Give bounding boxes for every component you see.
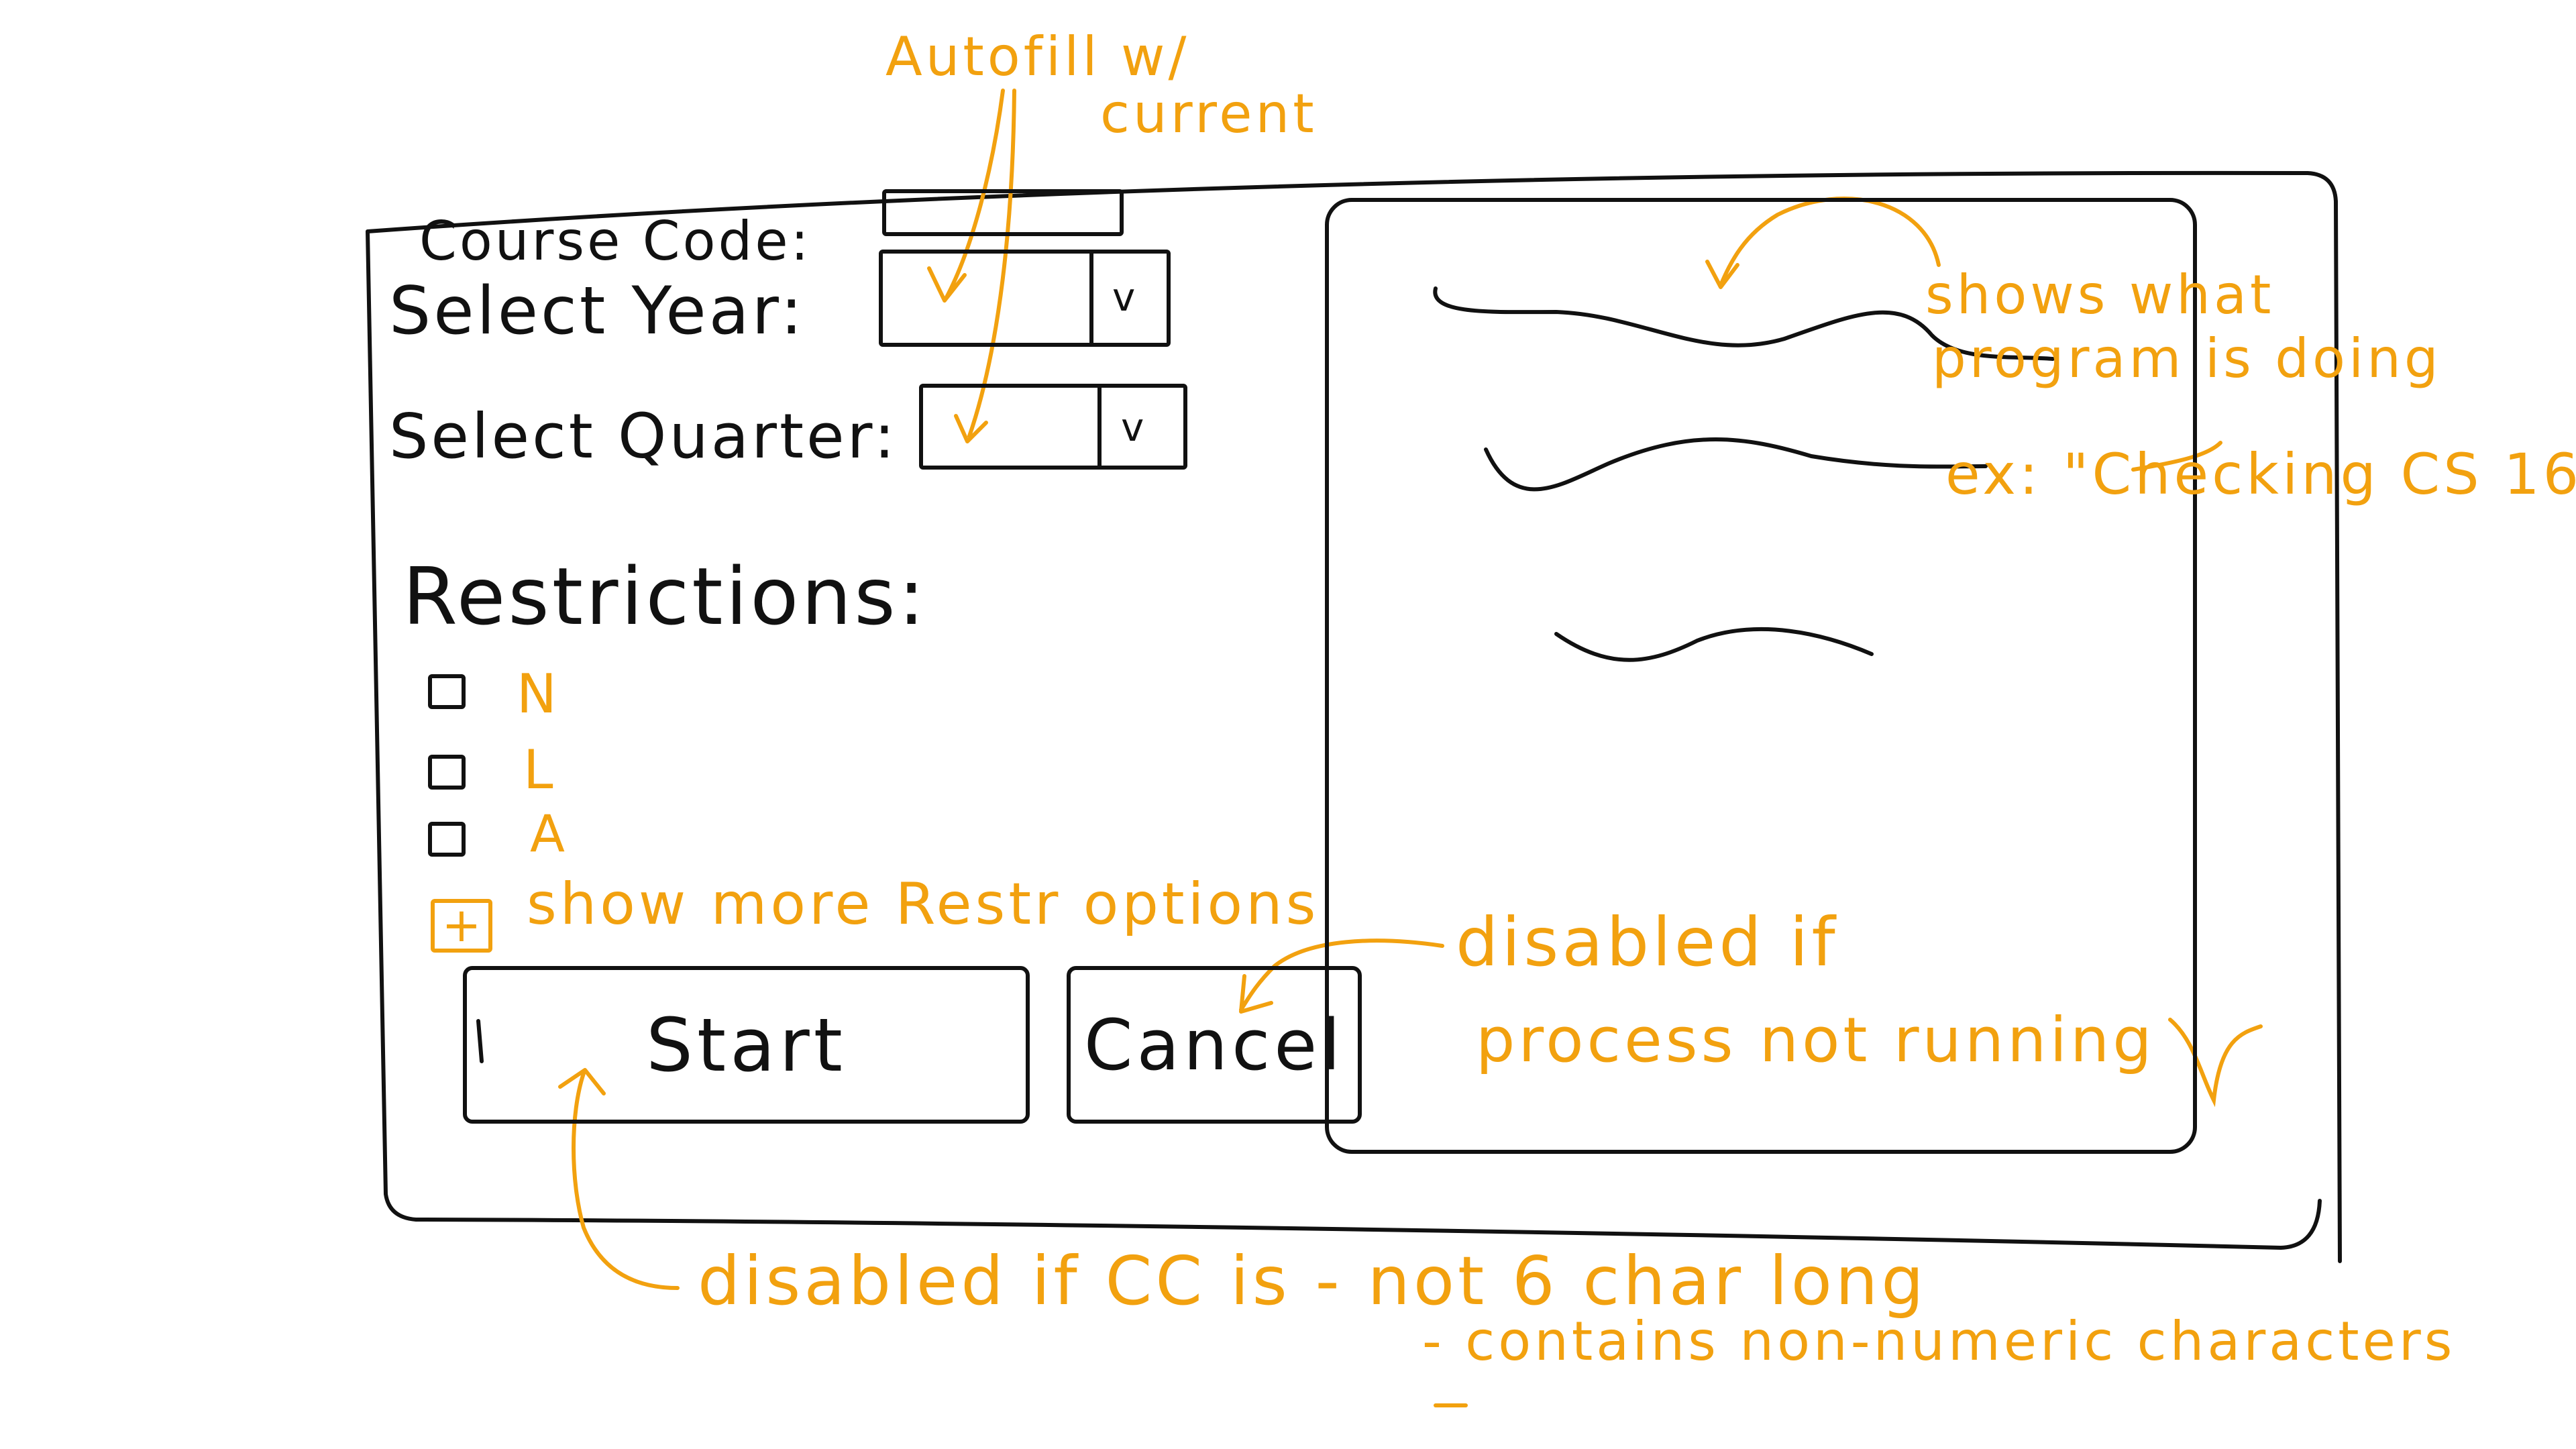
annotation-autofill-line1: Autofill w/ — [885, 25, 1190, 88]
restriction-a-checkbox[interactable] — [428, 822, 466, 857]
annotation-start-disabled-line1: disabled if CC is - not 6 char long — [698, 1242, 1927, 1320]
annotation-autofill-line2: current — [1100, 83, 1318, 145]
chevron-down-icon[interactable]: v — [1121, 408, 1144, 447]
course-code-label: Course Code: — [419, 210, 812, 272]
restrictions-label: Restrictions: — [402, 550, 928, 643]
restriction-l-label: L — [523, 739, 557, 801]
annotation-shows-line2: program is doing — [1932, 327, 2442, 390]
show-more-plus-icon[interactable]: + — [431, 899, 492, 953]
show-more-restrictions-link[interactable]: show more Restr options — [527, 875, 1319, 933]
annotation-start-disabled-line2: - contains non-numeric characters — [1422, 1310, 2456, 1373]
restriction-n-checkbox[interactable] — [428, 674, 466, 709]
annotation-cancel-disabled-line1: disabled if — [1456, 903, 1839, 981]
annotation-cancel-disabled-line2: process not running — [1476, 1004, 2155, 1076]
course-code-input[interactable] — [882, 189, 1124, 236]
select-year-label: Select Year: — [389, 273, 806, 350]
quarter-select[interactable]: v — [919, 384, 1187, 470]
year-select[interactable]: v — [879, 250, 1171, 347]
cancel-button[interactable]: Cancel — [1067, 966, 1362, 1124]
restriction-n-label: N — [517, 663, 560, 725]
select-quarter-label: Select Quarter: — [389, 400, 898, 472]
restriction-l-checkbox[interactable] — [428, 755, 466, 790]
restriction-a-label: A — [530, 804, 568, 863]
annotation-shows-example: ex: "Checking CS 161" — [1945, 441, 2576, 507]
quarter-select-divider — [1097, 388, 1102, 466]
chevron-down-icon[interactable]: v — [1112, 278, 1135, 317]
start-button[interactable]: Start — [463, 966, 1030, 1124]
annotation-shows-line1: shows what — [1925, 264, 2275, 326]
year-select-divider — [1089, 254, 1093, 343]
